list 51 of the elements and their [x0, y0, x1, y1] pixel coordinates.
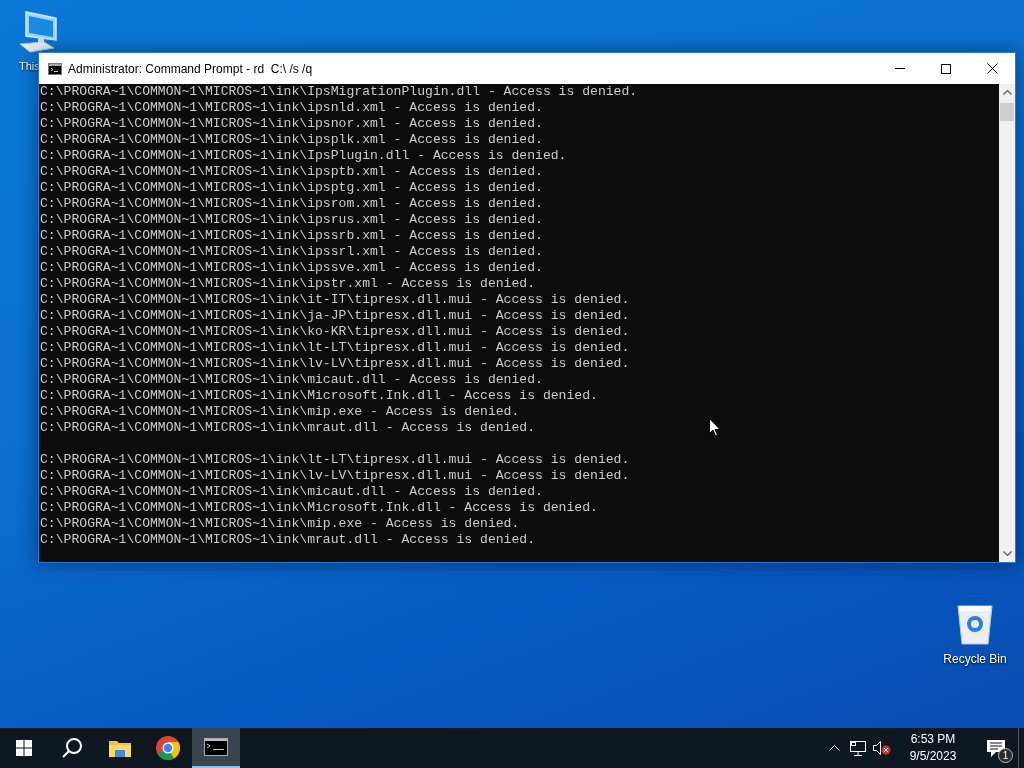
windows-logo-icon [16, 740, 32, 756]
console-line: C:\PROGRA~1\COMMON~1\MICROS~1\ink\lt-LT\tipresx.dll.mui - Access is denied. [40, 452, 630, 468]
console-line: C:\PROGRA~1\COMMON~1\MICROS~1\ink\micaut.dll - Access is denied. [40, 484, 543, 500]
mouse-pointer-icon [709, 418, 721, 437]
window-title: Administrator: Command Prompt - rd C:\ /s /q [68, 61, 314, 76]
console-line: C:\PROGRA~1\COMMON~1\MICROS~1\ink\ipsnor.xml - Access is denied. [40, 116, 543, 132]
console-line: C:\PROGRA~1\COMMON~1\MICROS~1\ink\IpsMigrationPlugin.dll - Access is denied. [40, 84, 638, 100]
clock[interactable]: 6:53 PM 9/5/2023 [894, 728, 972, 768]
console-line: C:\PROGRA~1\COMMON~1\MICROS~1\ink\ipstr.xml - Access is denied. [40, 276, 536, 292]
console-line: C:\PROGRA~1\COMMON~1\MICROS~1\ink\mip.exe - Access is denied. [40, 404, 520, 420]
scrollbar[interactable] [999, 84, 1015, 562]
console-line: C:\PROGRA~1\COMMON~1\MICROS~1\ink\mip.exe - Access is denied. [40, 516, 520, 532]
maximize-icon [941, 63, 951, 74]
search-icon [61, 737, 83, 759]
console-line: C:\PROGRA~1\COMMON~1\MICROS~1\ink\ipssrb.xml - Access is denied. [40, 228, 543, 244]
console-line: C:\PROGRA~1\COMMON~1\MICROS~1\ink\ko-KR\tipresx.dll.mui - Access is denied. [40, 324, 630, 340]
notification-count: 1 [998, 748, 1013, 763]
browser-icon [156, 736, 180, 760]
console-line: C:\PROGRA~1\COMMON~1\MICROS~1\ink\ipsplk.xml - Access is denied. [40, 132, 543, 148]
console-line: C:\PROGRA~1\COMMON~1\MICROS~1\ink\ipsrus.xml - Access is denied. [40, 212, 543, 228]
scrollbar-thumb[interactable] [1000, 103, 1014, 121]
console-line: C:\PROGRA~1\COMMON~1\MICROS~1\ink\lv-LV\tipresx.dll.mui - Access is denied. [40, 356, 630, 372]
console-line: C:\PROGRA~1\COMMON~1\MICROS~1\ink\ipssrl.xml - Access is denied. [40, 244, 543, 260]
caret-down-icon [1002, 551, 1012, 556]
folder-icon [109, 739, 131, 757]
console-app-icon [204, 738, 228, 756]
caret-up-icon [1002, 90, 1012, 95]
console-app-icon [48, 62, 62, 75]
recycle-bin-icon [955, 602, 995, 646]
console-line: C:\PROGRA~1\COMMON~1\MICROS~1\ink\mraut.dll - Access is denied. [40, 420, 536, 436]
console-line: C:\PROGRA~1\COMMON~1\MICROS~1\ink\mraut.dll - Access is denied. [40, 532, 536, 548]
taskbar-app-button[interactable] [192, 728, 240, 768]
notifications-button[interactable]: 1 [974, 728, 1018, 768]
console-line: C:\PROGRA~1\COMMON~1\MICROS~1\ink\ipsptb.xml - Access is denied. [40, 164, 543, 180]
desktop-icon-label[interactable]: Recycle Bin [943, 652, 1007, 666]
console-line: C:\PROGRA~1\COMMON~1\MICROS~1\ink\ipssve.xml - Access is denied. [40, 260, 543, 276]
console-line: C:\PROGRA~1\COMMON~1\MICROS~1\ink\ja-JP\tipresx.dll.mui - Access is denied. [40, 308, 630, 324]
console-line: C:\PROGRA~1\COMMON~1\MICROS~1\ink\ipsnld.xml - Access is denied. [40, 100, 543, 116]
console-line: C:\PROGRA~1\COMMON~1\MICROS~1\ink\lv-LV\tipresx.dll.mui - Access is denied. [40, 468, 630, 484]
console-line: C:\PROGRA~1\COMMON~1\MICROS~1\ink\Microsoft.Ink.dll - Access is denied. [40, 500, 598, 516]
console-line: C:\PROGRA~1\COMMON~1\MICROS~1\ink\it-IT\tipresx.dll.mui - Access is denied. [40, 292, 630, 308]
console-line: C:\PROGRA~1\COMMON~1\MICROS~1\ink\micaut.dll - Access is denied. [40, 372, 543, 388]
console-line: C:\PROGRA~1\COMMON~1\MICROS~1\ink\ipsrom.xml - Access is denied. [40, 196, 543, 212]
minimize-icon [895, 68, 905, 69]
console-line: C:\PROGRA~1\COMMON~1\MICROS~1\ink\Microsoft.Ink.dll - Access is denied. [40, 388, 598, 404]
network-monitor-icon [850, 740, 866, 756]
console-line: C:\PROGRA~1\COMMON~1\MICROS~1\ink\ipsptg.xml - Access is denied. [40, 180, 543, 196]
console-line: C:\PROGRA~1\COMMON~1\MICROS~1\ink\IpsPlugin.dll - Access is denied. [40, 148, 567, 164]
close-icon [986, 63, 998, 74]
caret-up-icon [828, 745, 840, 751]
console-line: C:\PROGRA~1\COMMON~1\MICROS~1\ink\lt-LT\tipresx.dll.mui - Access is denied. [40, 340, 630, 356]
